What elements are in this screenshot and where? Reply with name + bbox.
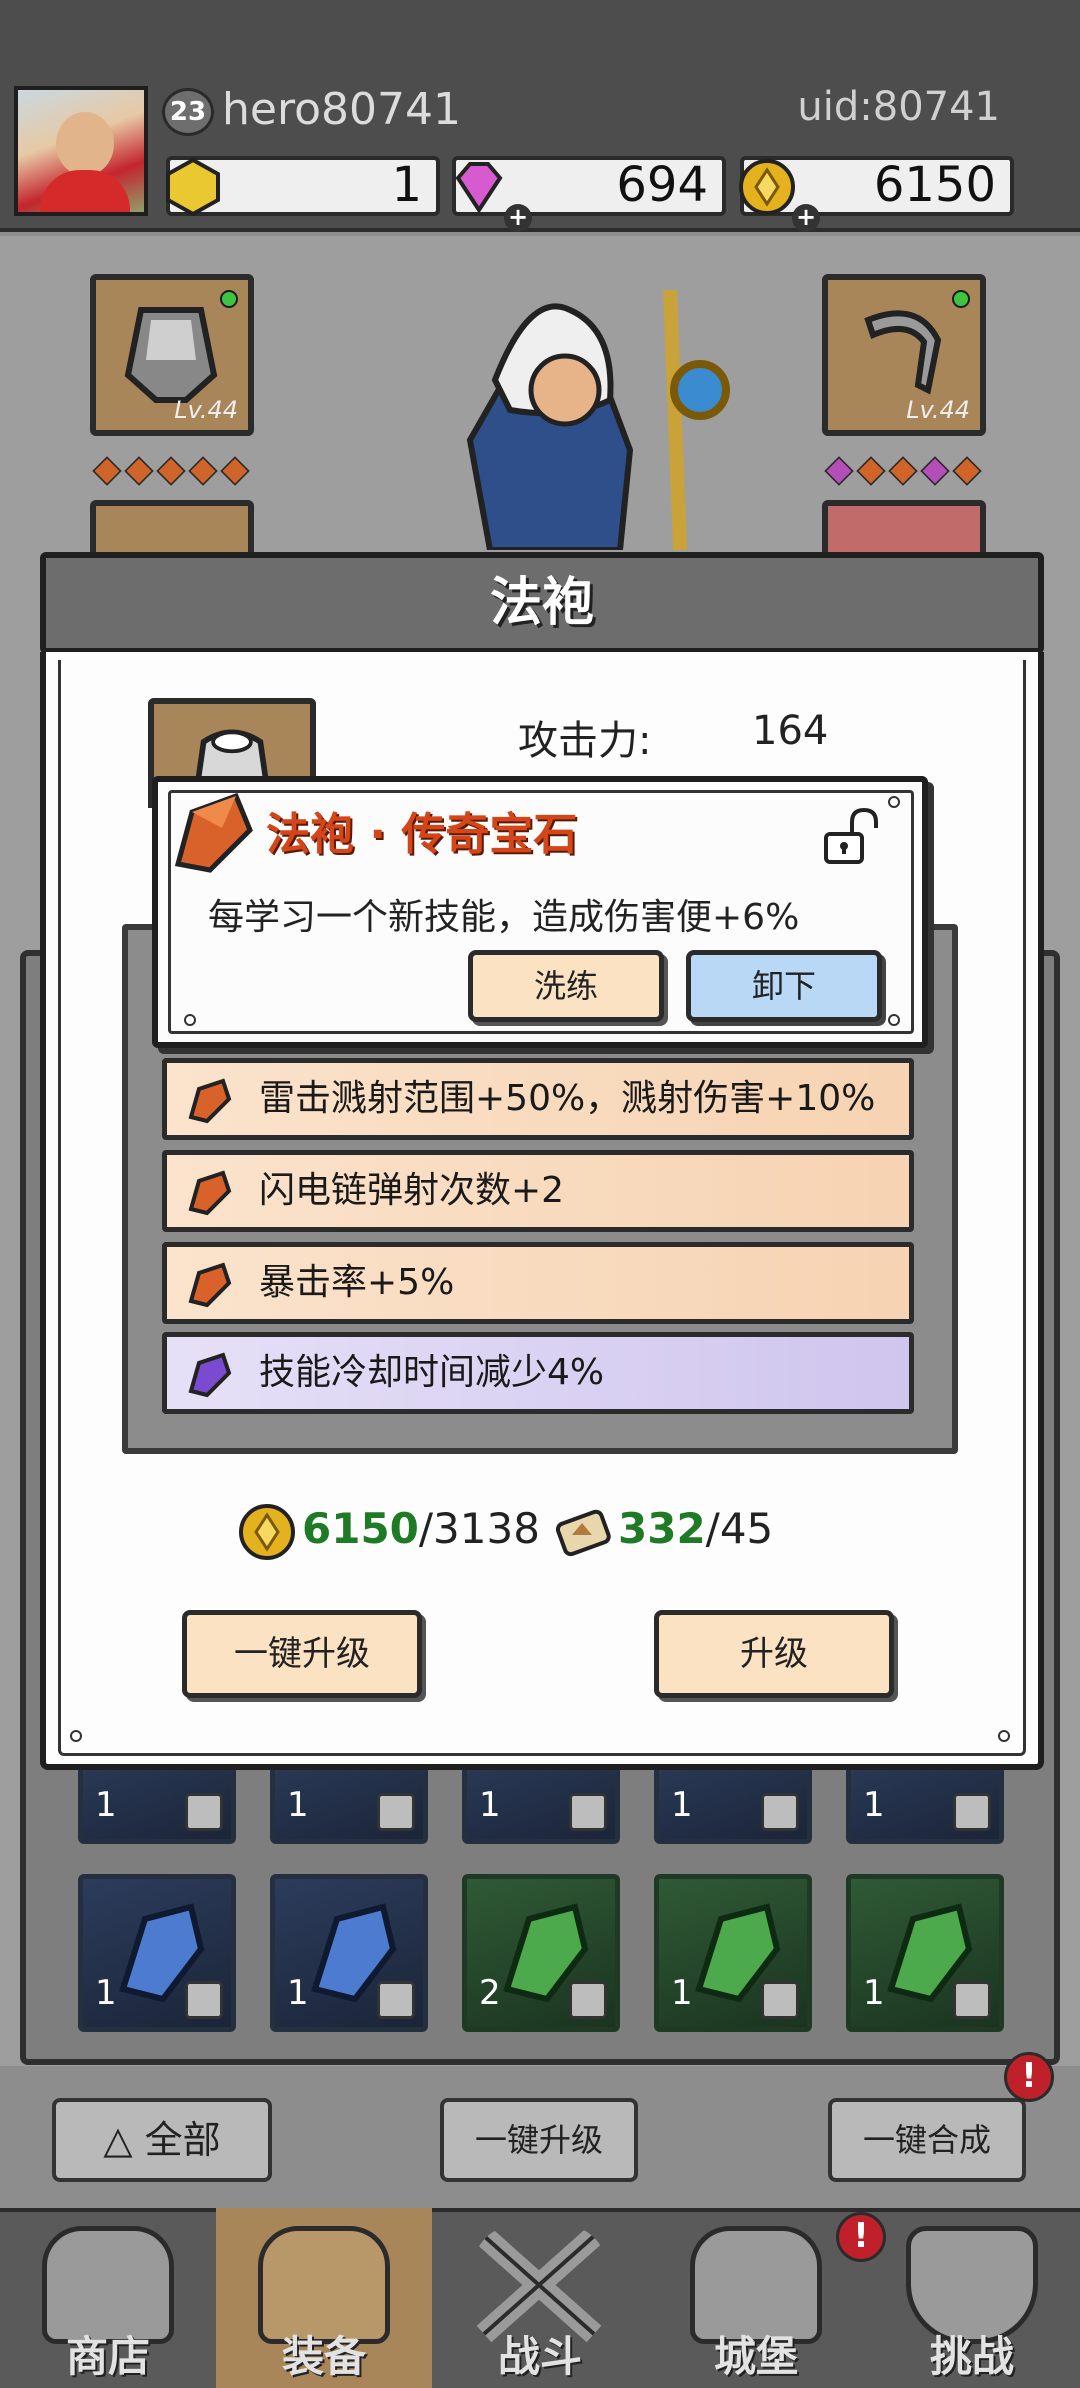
- inventory-tile[interactable]: 1: [846, 1874, 1004, 2032]
- quality-stars-right: [824, 456, 982, 488]
- slot-type-icon: [185, 1981, 223, 2019]
- stamina-icon: [166, 157, 220, 217]
- inventory-tile[interactable]: 1: [654, 1874, 812, 2032]
- scroll-icon: [555, 1509, 611, 1556]
- gem-row[interactable]: 暴击率+5%: [162, 1242, 914, 1324]
- add-gold-icon[interactable]: +: [792, 204, 820, 232]
- slot-type-icon: [953, 1793, 991, 1831]
- gem-effect-text: 雷击溅射范围+50%，溅射伤害+10%: [259, 1078, 876, 1119]
- gem-value: 694: [616, 157, 708, 213]
- legendary-gem-icon: [174, 792, 253, 873]
- corner-rivet: [998, 1730, 1010, 1742]
- player-name: hero80741: [222, 84, 461, 135]
- slot-type-icon: [377, 1981, 415, 2019]
- diamond-icon: [455, 162, 503, 214]
- slot-type-icon: [377, 1793, 415, 1831]
- gem-effect-text: 闪电链弹射次数+2: [259, 1170, 565, 1211]
- slot-type-icon: [185, 1793, 223, 1831]
- unequip-button[interactable]: 卸下: [686, 950, 882, 1022]
- slot-type-icon: [953, 1981, 991, 2019]
- refine-button[interactable]: 洗练: [468, 950, 664, 1022]
- filter-all-button[interactable]: △ 全部: [52, 2098, 272, 2182]
- equipped-indicator: [952, 290, 970, 308]
- corner-rivet: [70, 1730, 82, 1742]
- stamina-value: 1: [391, 157, 422, 213]
- equip-slot-weapon[interactable]: Lv.44: [822, 274, 986, 436]
- filter-triangle-icon: △: [103, 2118, 133, 2162]
- orange-gem-icon: [188, 1262, 232, 1308]
- orange-gem-icon: [188, 1078, 232, 1124]
- gem-popup-description: 每学习一个新技能，造成伤害便+6%: [208, 897, 800, 938]
- dialog-title: 法袍: [40, 552, 1044, 654]
- merge-alert-badge: !: [1004, 2052, 1054, 2102]
- nav-shop[interactable]: 商店: [0, 2208, 216, 2388]
- slot-type-icon: [569, 1981, 607, 2019]
- upgrade-all-gems-button[interactable]: 一键升级: [440, 2098, 638, 2182]
- purple-gem-icon: [188, 1352, 232, 1398]
- slot-level: Lv.44: [906, 396, 970, 424]
- gold-coin-icon: [739, 159, 795, 215]
- quality-stars-left: [92, 456, 250, 488]
- slot-type-icon: [569, 1793, 607, 1831]
- hero-character: [466, 289, 730, 550]
- nav-battle[interactable]: 战斗: [432, 2208, 648, 2388]
- unlock-icon[interactable]: [818, 806, 880, 868]
- inventory-tile[interactable]: 2: [462, 1874, 620, 2032]
- gem-row[interactable]: 雷击溅射范围+50%，溅射伤害+10%: [162, 1058, 914, 1140]
- inventory-tile[interactable]: 1: [78, 1874, 236, 2032]
- gem-effect-text: 暴击率+5%: [259, 1262, 455, 1303]
- equip-slot-accessory[interactable]: [822, 500, 986, 560]
- gem-counter[interactable]: + 694: [452, 156, 726, 232]
- nav-challenge[interactable]: 挑战: [864, 2208, 1080, 2388]
- gold-cost: 6150/3138: [236, 1494, 540, 1564]
- gem-row[interactable]: 闪电链弹射次数+2: [162, 1150, 914, 1232]
- gold-value: 6150: [873, 157, 996, 213]
- equipped-indicator: [220, 290, 238, 308]
- attack-value: 164: [752, 708, 829, 754]
- add-gem-icon[interactable]: +: [504, 204, 532, 232]
- merge-all-gems-button[interactable]: 一键合成: [828, 2098, 1026, 2182]
- attack-label: 攻击力:: [518, 718, 652, 764]
- equip-slot-armor[interactable]: Lv.44: [90, 274, 254, 436]
- player-level-badge: 23: [162, 88, 214, 136]
- gem-popup-title: 法袍 · 传奇宝石: [266, 809, 578, 860]
- player-avatar[interactable]: [14, 86, 148, 216]
- upgrade-button[interactable]: 升级: [654, 1610, 894, 1698]
- slot-type-icon: [761, 1981, 799, 2019]
- equip-slot-robe[interactable]: [90, 500, 254, 560]
- corner-rivet: [888, 796, 900, 808]
- scroll-cost: 332/45: [552, 1494, 773, 1564]
- gold-counter[interactable]: + 6150: [739, 156, 1014, 232]
- orange-gem-icon: [188, 1170, 232, 1216]
- filter-label: 全部: [144, 2118, 221, 2162]
- gem-effect-text: 技能冷却时间减少4%: [259, 1352, 605, 1393]
- corner-rivet: [888, 1014, 900, 1026]
- nav-castle[interactable]: 城堡: [648, 2208, 864, 2388]
- corner-rivet: [184, 1014, 196, 1026]
- slot-type-icon: [761, 1793, 799, 1831]
- gold-coin-icon: [239, 1503, 295, 1560]
- slot-level: Lv.44: [174, 396, 238, 424]
- inventory-tile[interactable]: 1: [270, 1874, 428, 2032]
- nav-equipment[interactable]: 装备: [216, 2208, 432, 2388]
- gem-row[interactable]: 技能冷却时间减少4%: [162, 1332, 914, 1414]
- player-uid: uid:80741: [797, 84, 1000, 130]
- stamina-counter: 1: [166, 156, 440, 217]
- one-key-upgrade-button[interactable]: 一键升级: [182, 1610, 422, 1698]
